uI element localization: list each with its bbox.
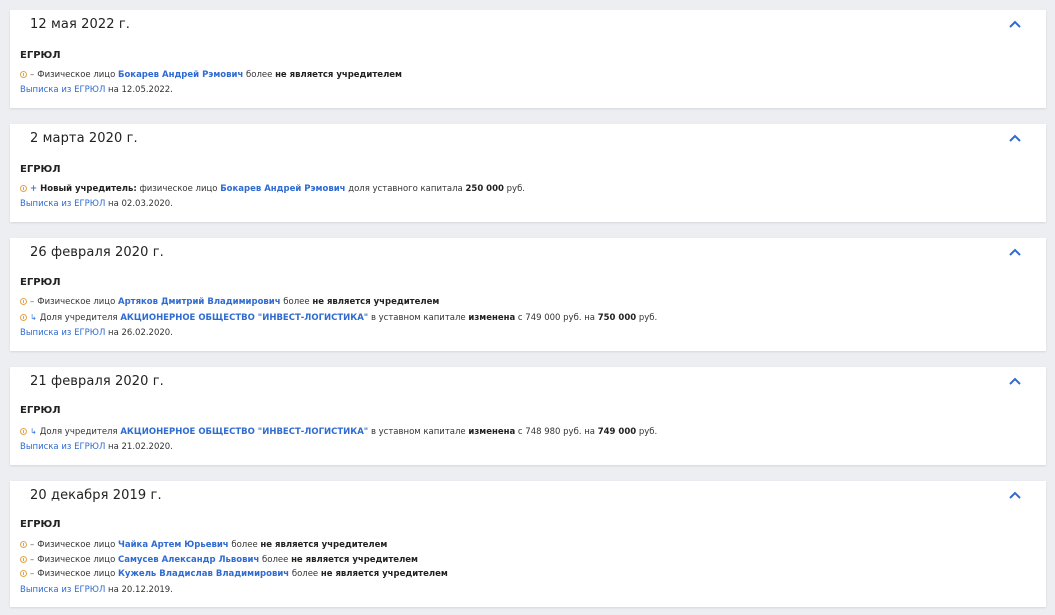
event-line: + Новый учредитель: физическое лицо Бокар… [20,184,525,195]
info-icon[interactable] [20,556,27,563]
card-date: 21 февраля 2020 г. [30,374,164,389]
card-header: 12 мая 2022 г. [20,10,1036,40]
extract-line: Выписка из ЕГРЮЛ на 26.02.2020. [20,328,173,338]
extract-link[interactable]: Выписка из ЕГРЮЛ [20,585,105,595]
event-card: 26 февраля 2020 г. ЕГРЮЛ – Физическое лиц… [10,238,1046,351]
person-link[interactable]: Чайка Артем Юрьевич [118,540,229,550]
extract-line: Выписка из ЕГРЮЛ на 20.12.2019. [20,585,173,595]
card-header: 2 марта 2020 г. [20,124,1036,154]
event-card: 12 мая 2022 г. ЕГРЮЛ – Физическое лицо Бо… [10,10,1046,108]
person-link[interactable]: Бокарев Андрей Рэмович [220,184,345,194]
chevron-up-icon[interactable] [1008,133,1022,143]
info-icon[interactable] [20,428,27,435]
extract-line: Выписка из ЕГРЮЛ на 21.02.2020. [20,442,173,452]
person-link[interactable]: Бокарев Андрей Рэмович [118,70,243,80]
info-icon[interactable] [20,298,27,305]
info-icon[interactable] [20,185,27,192]
card-date: 12 мая 2022 г. [30,17,130,32]
event-line: – Физическое лицо Бокарев Андрей Рэмович … [20,70,402,81]
chevron-up-icon[interactable] [1008,247,1022,257]
card-header: 20 декабря 2019 г. [20,481,1036,511]
event-line: – Физическое лицо Чайка Артем Юрьевич бол… [20,540,387,551]
chevron-up-icon[interactable] [1008,376,1022,386]
person-link[interactable]: Кужель Владислав Владимирович [118,569,289,579]
source-label: ЕГРЮЛ [20,164,61,175]
events-feed: 12 мая 2022 г. ЕГРЮЛ – Физическое лицо Бо… [0,0,1055,615]
swap-arrow-icon: ↳ [30,427,37,436]
card-date: 20 декабря 2019 г. [30,488,162,503]
extract-link[interactable]: Выписка из ЕГРЮЛ [20,199,105,209]
card-date: 2 марта 2020 г. [30,131,138,146]
event-line: – Физическое лицо Самусев Александр Львов… [20,555,418,566]
event-line: – Физическое лицо Кужель Владислав Владим… [20,569,448,580]
event-card: 21 февраля 2020 г. ЕГРЮЛ ↳ Доля учредител… [10,367,1046,465]
chevron-up-icon[interactable] [1008,490,1022,500]
event-card: 20 декабря 2019 г. ЕГРЮЛ – Физическое лиц… [10,481,1046,607]
extract-line: Выписка из ЕГРЮЛ на 02.03.2020. [20,199,173,209]
card-header: 26 февраля 2020 г. [20,238,1036,268]
source-label: ЕГРЮЛ [20,405,61,416]
extract-link[interactable]: Выписка из ЕГРЮЛ [20,85,105,95]
person-link[interactable]: Артяков Дмитрий Владимирович [118,297,281,307]
minus-icon: – [30,70,35,80]
info-icon[interactable] [20,314,27,321]
card-header: 21 февраля 2020 г. [20,367,1036,397]
event-line: ↳ Доля учредителя АКЦИОНЕРНОЕ ОБЩЕСТВО "И… [20,426,657,438]
extract-link[interactable]: Выписка из ЕГРЮЛ [20,442,105,452]
source-label: ЕГРЮЛ [20,277,61,288]
minus-icon: – [30,569,35,579]
extract-link[interactable]: Выписка из ЕГРЮЛ [20,328,105,338]
company-link[interactable]: АКЦИОНЕРНОЕ ОБЩЕСТВО "ИНВЕСТ-ЛОГИСТИКА" [120,427,368,437]
person-link[interactable]: Самусев Александр Львович [118,555,259,565]
event-card: 2 марта 2020 г. ЕГРЮЛ + Новый учредитель:… [10,124,1046,222]
plus-icon: + [30,184,38,194]
minus-icon: – [30,297,35,307]
info-icon[interactable] [20,71,27,78]
chevron-up-icon[interactable] [1008,19,1022,29]
minus-icon: – [30,540,35,550]
company-link[interactable]: АКЦИОНЕРНОЕ ОБЩЕСТВО "ИНВЕСТ-ЛОГИСТИКА" [120,313,368,323]
swap-arrow-icon: ↳ [30,313,37,322]
card-date: 26 февраля 2020 г. [30,245,164,260]
info-icon[interactable] [20,541,27,548]
minus-icon: – [30,555,35,565]
extract-line: Выписка из ЕГРЮЛ на 12.05.2022. [20,85,173,95]
event-line: ↳ Доля учредителя АКЦИОНЕРНОЕ ОБЩЕСТВО "И… [20,312,657,324]
source-label: ЕГРЮЛ [20,519,61,530]
source-label: ЕГРЮЛ [20,50,61,61]
event-line: – Физическое лицо Артяков Дмитрий Владими… [20,297,439,308]
info-icon[interactable] [20,570,27,577]
